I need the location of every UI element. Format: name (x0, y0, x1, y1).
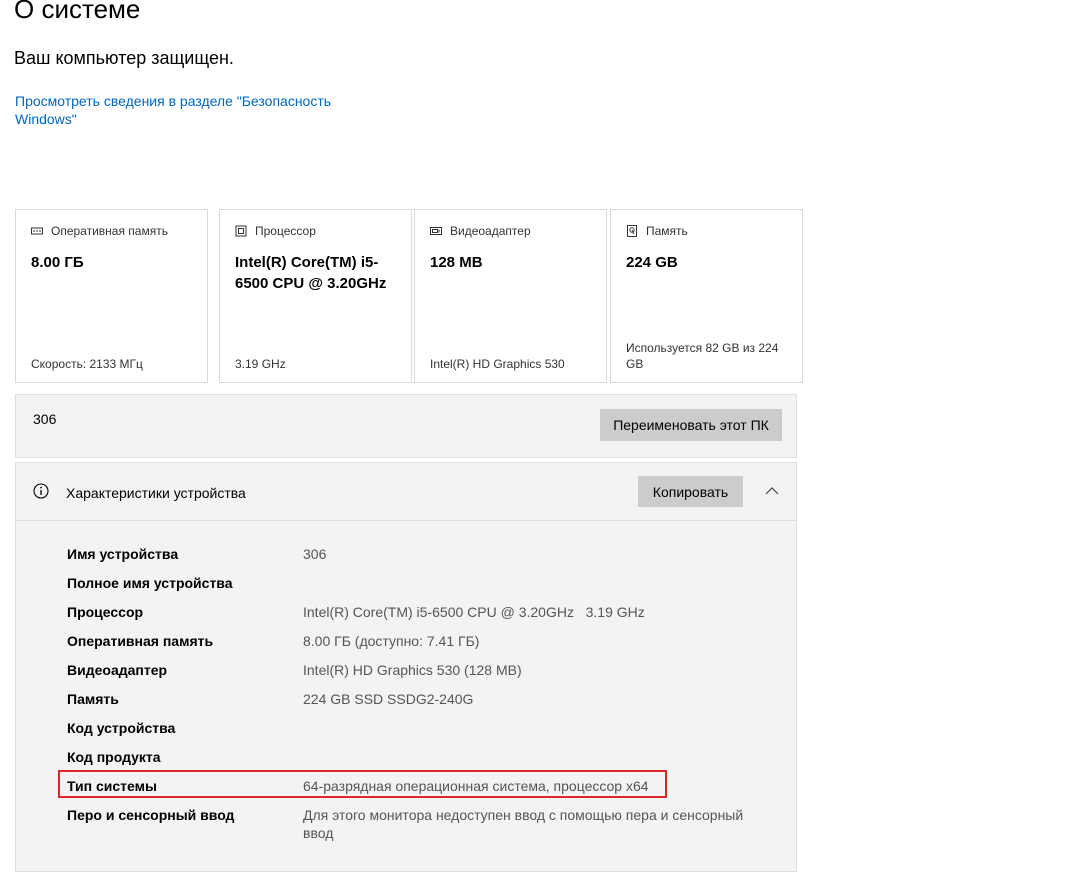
processor-icon (235, 225, 247, 237)
card-video-adapter-label: Видеоадаптер (450, 224, 531, 238)
protection-status: Ваш компьютер защищен. (14, 48, 234, 68)
chevron-up-icon[interactable] (764, 483, 780, 499)
card-storage: Память 224 GB Используется 82 GB из 224 … (610, 209, 803, 383)
device-specifications: Характеристики устройства Копировать Имя… (15, 462, 797, 872)
spec-label: Память (67, 691, 119, 707)
specs-title: Характеристики устройства (66, 485, 246, 501)
video-adapter-icon (430, 227, 442, 235)
card-video-adapter-footer: Intel(R) HD Graphics 530 (430, 357, 565, 371)
info-icon (33, 483, 49, 499)
pc-name: 306 (33, 411, 57, 427)
spec-label: Видеоадаптер (67, 662, 168, 678)
card-processor: Процессор Intel(R) Core(TM) i5-6500 CPU … (219, 209, 412, 383)
spec-value: 224 GB SSD SSDG2-240G (303, 691, 474, 707)
card-ram-label: Оперативная память (51, 224, 168, 238)
spec-value: Intel(R) Core(TM) i5-6500 CPU @ 3.20GHz … (303, 604, 645, 620)
spec-label: Полное имя устройства (67, 575, 233, 591)
copy-button[interactable]: Копировать (638, 476, 743, 507)
spec-value: Intel(R) HD Graphics 530 (128 MB) (303, 662, 522, 678)
spec-label: Код устройства (67, 720, 176, 736)
card-ram-value: 8.00 ГБ (31, 254, 84, 271)
card-ram-footer: Скорость: 2133 МГц (31, 357, 143, 371)
spec-value: 8.00 ГБ (доступно: 7.41 ГБ) (303, 633, 480, 649)
card-video-adapter: Видеоадаптер 128 MB Intel(R) HD Graphics… (414, 209, 607, 383)
card-processor-value: Intel(R) Core(TM) i5-6500 CPU @ 3.20GHz (235, 254, 387, 292)
system-type-highlight (58, 770, 667, 798)
spec-label: Процессор (67, 604, 144, 620)
spec-value: 306 (303, 546, 327, 562)
spec-label: Имя устройства (67, 546, 179, 562)
card-processor-footer: 3.19 GHz (235, 357, 286, 371)
card-processor-label: Процессор (255, 224, 316, 238)
rename-pc-button[interactable]: Переименовать этот ПК (600, 409, 782, 441)
spec-label: Код продукта (67, 749, 161, 765)
specs-header[interactable]: Характеристики устройства Копировать (16, 463, 796, 521)
card-storage-value: 224 GB (626, 254, 678, 271)
spec-value: Для этого монитора недоступен ввод с пом… (303, 807, 744, 841)
card-video-adapter-value: 128 MB (430, 254, 483, 271)
card-ram: Оперативная память 8.00 ГБ Скорость: 213… (15, 209, 208, 383)
spec-label: Оперативная память (67, 633, 214, 649)
page-title: О системе (14, 0, 141, 24)
ram-icon (31, 227, 43, 235)
rename-panel: 306 Переименовать этот ПК (15, 394, 797, 458)
hardware-cards: Оперативная память 8.00 ГБ Скорость: 213… (15, 209, 803, 385)
card-storage-label: Память (646, 224, 688, 238)
spec-label: Перо и сенсорный ввод (67, 807, 235, 823)
storage-icon (627, 225, 637, 237)
card-storage-footer: Используется 82 GB из 224 GB (626, 341, 779, 371)
windows-security-link[interactable]: Просмотреть сведения в разделе "Безопасн… (15, 92, 345, 128)
